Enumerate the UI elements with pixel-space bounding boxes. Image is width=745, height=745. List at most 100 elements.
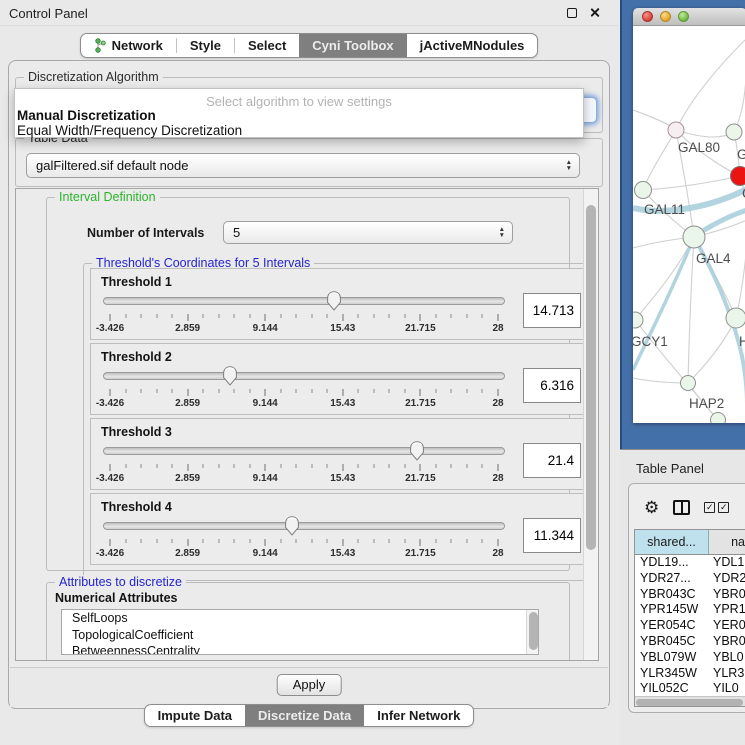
slider-tick [420, 464, 421, 471]
slider-tick-label: 2.859 [175, 473, 200, 484]
tab-impute-data[interactable]: Impute Data [145, 705, 245, 726]
slider-tick [110, 539, 111, 546]
threshold-slider[interactable]: -3.4262.8599.14415.4321.71528 [101, 290, 507, 336]
slider-tick [373, 389, 374, 393]
slider-tick [404, 464, 405, 468]
scrollbar-thumb[interactable] [586, 205, 596, 550]
attributes-scrollbar[interactable] [526, 610, 538, 654]
slider-tick-label: 9.144 [253, 323, 278, 334]
network-canvas[interactable]: GAL80GACGAL11GAL4GCY1HHAP2 [633, 26, 745, 423]
network-graph: GAL80GACGAL11GAL4GCY1HHAP2 [633, 26, 745, 423]
slider-tick [389, 314, 390, 318]
close-traffic-light-icon[interactable] [642, 11, 653, 22]
slider-thumb-icon[interactable] [223, 366, 238, 386]
network-node[interactable] [635, 182, 652, 199]
table-horizontal-scrollbar[interactable] [635, 696, 745, 706]
network-node[interactable] [681, 376, 696, 391]
network-node[interactable] [668, 122, 684, 138]
tab-discretize-data[interactable]: Discretize Data [245, 705, 364, 726]
numerical-attributes-label: Numerical Attributes [55, 591, 177, 605]
threshold-value-field[interactable] [523, 518, 581, 553]
checkbox-checked-icon[interactable]: ✓ [704, 502, 715, 513]
dropdown-option[interactable]: Manual Discretization [15, 109, 583, 124]
slider-tick [156, 389, 157, 393]
tab-cyni-toolbox[interactable]: Cyni Toolbox [299, 34, 406, 57]
slider-tick [187, 464, 188, 471]
attribute-list-item[interactable]: BetweennessCentrality [62, 643, 538, 655]
table-cell: YBL0 [709, 650, 745, 666]
dropdown-option[interactable]: Equal Width/Frequency Discretization [15, 124, 583, 139]
tab-infer-network[interactable]: Infer Network [364, 705, 473, 726]
table-row[interactable]: YIL052CYIL0 [635, 681, 745, 697]
table-row[interactable]: YDR27...YDR2 [635, 571, 745, 587]
number-of-intervals-combobox[interactable]: 5 ▲▼ [223, 221, 513, 244]
tab-jactivemnodules[interactable]: jActiveMNodules [407, 34, 538, 57]
network-node[interactable] [726, 124, 742, 140]
table-row[interactable]: YDL19...YDL1 [635, 555, 745, 571]
slider-tick [466, 464, 467, 468]
slider-tick [498, 389, 499, 396]
network-node[interactable] [731, 167, 745, 186]
slider-tick-label: 15.43 [330, 323, 355, 334]
network-icon [94, 38, 107, 53]
slider-thumb-icon[interactable] [409, 441, 424, 461]
gear-icon[interactable]: ⚙ [644, 499, 659, 516]
slider-track[interactable] [103, 372, 505, 380]
bottom-tab-group: Impute DataDiscretize DataInfer Network [144, 704, 475, 727]
table-row[interactable]: YLR345WYLR3 [635, 666, 745, 682]
tab-style[interactable]: Style [177, 34, 234, 57]
column-header-1[interactable]: shared... [635, 530, 709, 554]
slider-tick [249, 539, 250, 543]
threshold-value-field[interactable] [523, 293, 581, 328]
dropdown-placeholder[interactable]: Select algorithm to view settings [15, 94, 583, 109]
column-selector-icon[interactable] [673, 500, 690, 515]
slider-tick [203, 389, 204, 393]
table-row[interactable]: YBR043CYBR0 [635, 587, 745, 603]
slider-track[interactable] [103, 522, 505, 530]
tab-label: Cyni Toolbox [312, 38, 393, 53]
checkbox-checked-icon[interactable]: ✓ [718, 502, 729, 513]
table-row[interactable]: YER054CYER0 [635, 618, 745, 634]
tab-network[interactable]: Network [81, 34, 176, 57]
attribute-list-item[interactable]: TopologicalCoefficient [62, 627, 538, 644]
zoom-traffic-light-icon[interactable] [678, 11, 689, 22]
threshold-value-field[interactable] [523, 368, 581, 403]
network-node[interactable] [726, 308, 745, 328]
attribute-list-item[interactable]: SelfLoops [62, 610, 538, 627]
threshold-slider[interactable]: -3.4262.8599.14415.4321.71528 [101, 365, 507, 411]
close-icon[interactable] [589, 7, 600, 18]
table-cell: YLR345W [635, 666, 709, 682]
slider-tick [358, 464, 359, 468]
scrollbar-thumb[interactable] [636, 699, 743, 706]
table-data-combobox[interactable]: galFiltered.sif default node ▲▼ [26, 153, 580, 178]
network-node[interactable] [711, 413, 726, 424]
slider-track[interactable] [103, 297, 505, 305]
slider-thumb-icon[interactable] [326, 291, 341, 311]
attributes-section-label: Attributes to discretize [55, 575, 186, 589]
apply-button[interactable]: Apply [277, 674, 342, 696]
slider-tick [311, 464, 312, 468]
threshold-slider[interactable]: -3.4262.8599.14415.4321.71528 [101, 515, 507, 561]
slider-tick [451, 539, 452, 543]
tab-select[interactable]: Select [235, 34, 299, 57]
table-cell: YBR043C [635, 587, 709, 603]
slider-tick [404, 389, 405, 393]
threshold-value-field[interactable] [523, 443, 581, 478]
apply-band: Apply [10, 667, 608, 707]
slider-thumb-icon[interactable] [285, 516, 300, 536]
threshold-slider[interactable]: -3.4262.8599.14415.4321.71528 [101, 440, 507, 486]
table-row[interactable]: YBR045CYBR0 [635, 634, 745, 650]
slider-track[interactable] [103, 447, 505, 455]
table-cell: YIL052C [635, 681, 709, 697]
column-header-2[interactable]: na [709, 530, 745, 554]
main-vertical-scrollbar[interactable] [583, 189, 598, 660]
float-window-icon[interactable] [567, 8, 577, 18]
minimize-traffic-light-icon[interactable] [660, 11, 671, 22]
network-node[interactable] [633, 312, 643, 328]
network-node[interactable] [683, 226, 705, 248]
table-row[interactable]: YPR145WYPR1 [635, 602, 745, 618]
table-row[interactable]: YBL079WYBL0 [635, 650, 745, 666]
table-cell: YDL19... [635, 555, 709, 571]
slider-tick-label: 9.144 [253, 548, 278, 559]
scrollbar-thumb[interactable] [529, 612, 538, 650]
